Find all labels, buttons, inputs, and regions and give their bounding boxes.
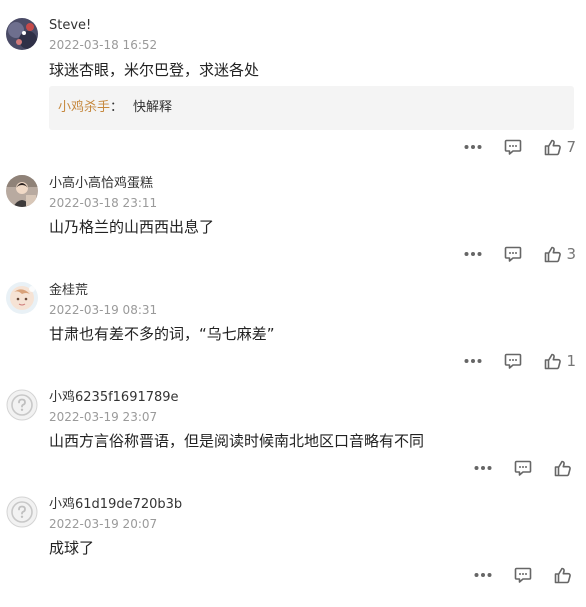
more-dots-icon xyxy=(464,359,482,363)
comment-item: 小鸡6235f1691789e 2022-03-19 23:07 山西方言俗称晋… xyxy=(0,379,586,486)
thumbs-up-icon xyxy=(545,246,562,263)
thumbs-up-icon xyxy=(545,353,562,370)
comment-item: 小高小高恰鸡蛋糕 2022-03-18 23:11 山乃格兰的山西西出息了 3 xyxy=(0,165,586,272)
avatar[interactable] xyxy=(6,389,38,421)
username[interactable]: 小鸡61d19de720b3b xyxy=(49,497,182,513)
username[interactable]: 小高小高恰鸡蛋糕 xyxy=(49,176,153,192)
like-count: 1 xyxy=(566,352,576,370)
comment-actions: 3 xyxy=(464,244,576,264)
like-button[interactable] xyxy=(544,138,562,156)
more-dots-icon xyxy=(464,252,482,256)
timestamp: 2022-03-19 23:07 xyxy=(49,410,158,424)
reply-separator: ： xyxy=(110,100,124,115)
avatar[interactable] xyxy=(6,175,38,207)
thumbs-up-icon xyxy=(554,567,571,584)
like-button[interactable] xyxy=(554,566,572,584)
comment-item: 小鸡61d19de720b3b 2022-03-19 20:07 成球了 xyxy=(0,486,586,607)
reply-text: 快解释 xyxy=(133,100,173,115)
username[interactable]: Steve! xyxy=(49,18,91,34)
timestamp: 2022-03-19 20:07 xyxy=(49,517,158,531)
timestamp: 2022-03-18 23:11 xyxy=(49,196,158,210)
more-button[interactable] xyxy=(464,358,482,364)
comment-text: 山西方言俗称晋语，但是阅读时候南北地区口音略有不同 xyxy=(49,432,425,450)
comment-actions xyxy=(474,458,576,478)
default-avatar-question-icon xyxy=(6,389,38,421)
comment-bubble-icon xyxy=(505,246,522,262)
thumbs-up-icon xyxy=(545,139,562,156)
more-button[interactable] xyxy=(474,465,492,471)
more-button[interactable] xyxy=(474,572,492,578)
like-button[interactable] xyxy=(544,245,562,263)
like-count: 7 xyxy=(566,138,576,156)
comment-text: 山乃格兰的山西西出息了 xyxy=(49,218,215,236)
more-dots-icon xyxy=(474,573,492,577)
comment-actions xyxy=(474,565,576,585)
more-dots-icon xyxy=(464,145,482,149)
reply-button[interactable] xyxy=(514,566,532,584)
like-button[interactable] xyxy=(554,459,572,477)
comment-text: 成球了 xyxy=(49,539,95,557)
comment-text: 球迷杏眼，米尔巴登，求迷各处 xyxy=(49,61,260,79)
comment-text: 甘肃也有差不多的词，“乌七麻差” xyxy=(49,325,275,343)
more-button[interactable] xyxy=(464,144,482,150)
comment-bubble-icon xyxy=(514,567,532,583)
default-avatar-question-icon xyxy=(6,496,38,528)
timestamp: 2022-03-18 16:52 xyxy=(49,38,158,52)
reply-author[interactable]: 小鸡杀手 xyxy=(58,100,110,115)
comment-bubble-icon xyxy=(514,460,532,476)
thumbs-up-icon xyxy=(554,460,571,477)
reply-button[interactable] xyxy=(504,245,522,263)
avatar[interactable] xyxy=(6,18,38,50)
comment-actions: 1 xyxy=(464,351,576,371)
reply-button[interactable] xyxy=(504,138,522,156)
timestamp: 2022-03-19 08:31 xyxy=(49,303,158,317)
reply-button[interactable] xyxy=(514,459,532,477)
like-count: 3 xyxy=(566,245,576,263)
comment-item: Steve! 2022-03-18 16:52 球迷杏眼，米尔巴登，求迷各处 小… xyxy=(0,0,586,165)
avatar[interactable] xyxy=(6,496,38,528)
username[interactable]: 小鸡6235f1691789e xyxy=(49,390,179,406)
comment-actions: 7 xyxy=(464,137,576,157)
avatar[interactable] xyxy=(6,282,38,314)
more-button[interactable] xyxy=(464,251,482,257)
reply-box: 小鸡杀手： 快解释 xyxy=(49,86,574,130)
like-button[interactable] xyxy=(544,352,562,370)
more-dots-icon xyxy=(474,466,492,470)
comment-item: 金桂荒 2022-03-19 08:31 甘肃也有差不多的词，“乌七麻差” 1 xyxy=(0,272,586,379)
reply-button[interactable] xyxy=(504,352,522,370)
username[interactable]: 金桂荒 xyxy=(49,283,88,299)
comment-bubble-icon xyxy=(505,353,522,369)
comment-bubble-icon xyxy=(505,139,522,155)
